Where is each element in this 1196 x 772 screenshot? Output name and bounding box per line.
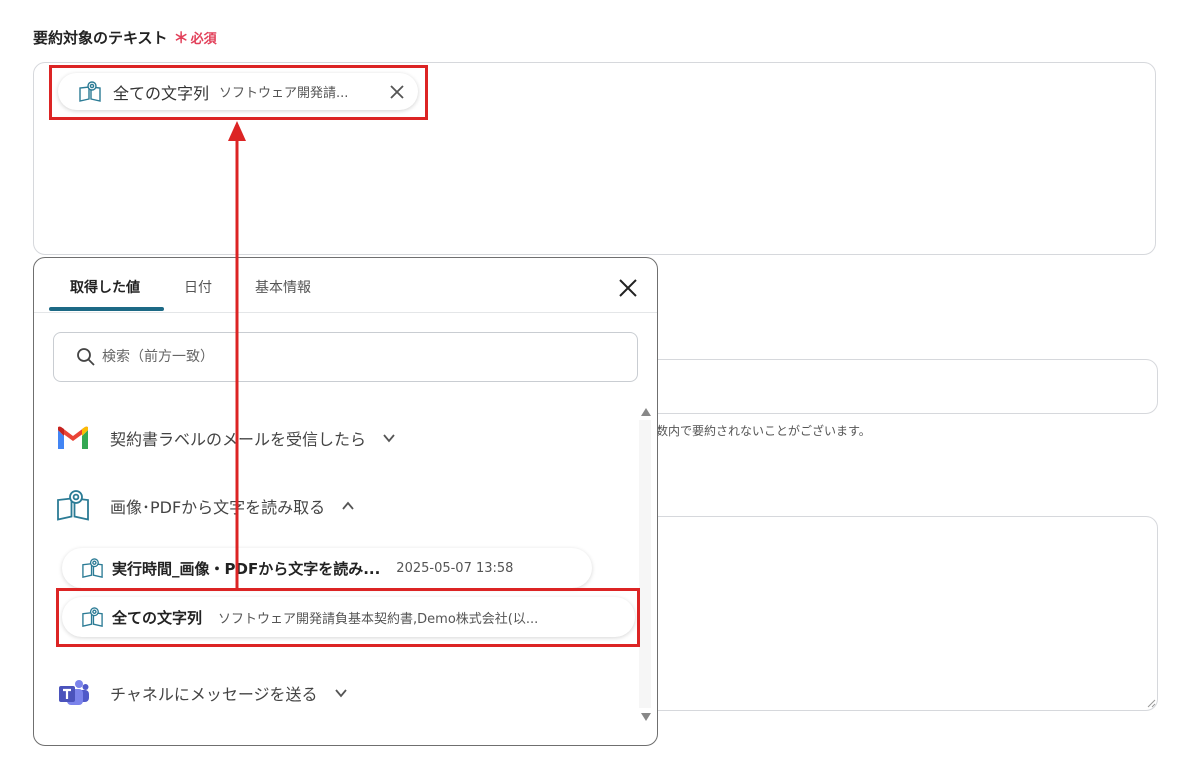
highlight-box-item <box>56 588 640 647</box>
ocr-book-icon <box>54 487 92 525</box>
group-gmail-trigger[interactable]: 契約書ラベルのメールを受信したら <box>54 419 396 457</box>
required-indicator: ＊必須 <box>173 29 217 47</box>
group-label-teams: チャネルにメッセージを送る <box>110 685 318 704</box>
group-ocr-trigger[interactable]: 画像･PDFから文字を読み取る <box>54 487 355 525</box>
field-label-text: 要約対象のテキスト <box>33 29 168 47</box>
group-label-ocr: 画像･PDFから文字を読み取る <box>110 498 326 517</box>
tab-date[interactable]: 日付 <box>184 277 212 297</box>
chevron-down-icon <box>383 434 395 443</box>
search-field[interactable] <box>53 332 638 382</box>
popover-tabs: 取得した値 日付 基本情報 <box>34 258 657 313</box>
item-label: 実行時間_画像・PDFから文字を読み... <box>112 559 381 578</box>
close-icon[interactable] <box>618 278 638 298</box>
scroll-up-icon[interactable] <box>640 407 652 417</box>
list-item-exec-time[interactable]: 実行時間_画像・PDFから文字を読み... 2025-05-07 13:58 <box>62 548 592 588</box>
required-mark: ＊ <box>173 29 189 47</box>
group-teams-trigger[interactable]: チャネルにメッセージを送る <box>54 674 348 712</box>
highlight-box-chip <box>49 65 428 120</box>
tab-basic-info[interactable]: 基本情報 <box>255 277 311 297</box>
search-input[interactable] <box>100 348 584 366</box>
active-tab-indicator <box>49 307 164 311</box>
secondary-input[interactable] <box>640 359 1158 414</box>
teams-icon <box>54 674 92 712</box>
chevron-up-icon <box>342 501 354 510</box>
chevron-down-icon <box>334 689 347 698</box>
search-icon <box>77 348 95 366</box>
tab-obtained-values[interactable]: 取得した値 <box>70 277 140 297</box>
scroll-down-icon[interactable] <box>640 712 652 722</box>
group-label-gmail: 契約書ラベルのメールを受信したら <box>110 430 367 449</box>
ocr-book-icon <box>82 557 103 578</box>
item-value: 2025-05-07 13:58 <box>396 560 514 576</box>
value-picker-popover: 取得した値 日付 基本情報 契約書ラベルのメールを受信したら <box>33 257 658 746</box>
secondary-textarea[interactable] <box>640 516 1158 711</box>
scrollbar-track[interactable] <box>639 420 651 708</box>
required-label: 必須 <box>190 32 217 47</box>
gmail-icon <box>54 419 92 457</box>
resize-handle-icon[interactable] <box>1146 698 1156 708</box>
field-label: 要約対象のテキスト ＊必須 <box>33 27 217 48</box>
help-text: 数内で要約されないことがございます。 <box>656 424 871 438</box>
